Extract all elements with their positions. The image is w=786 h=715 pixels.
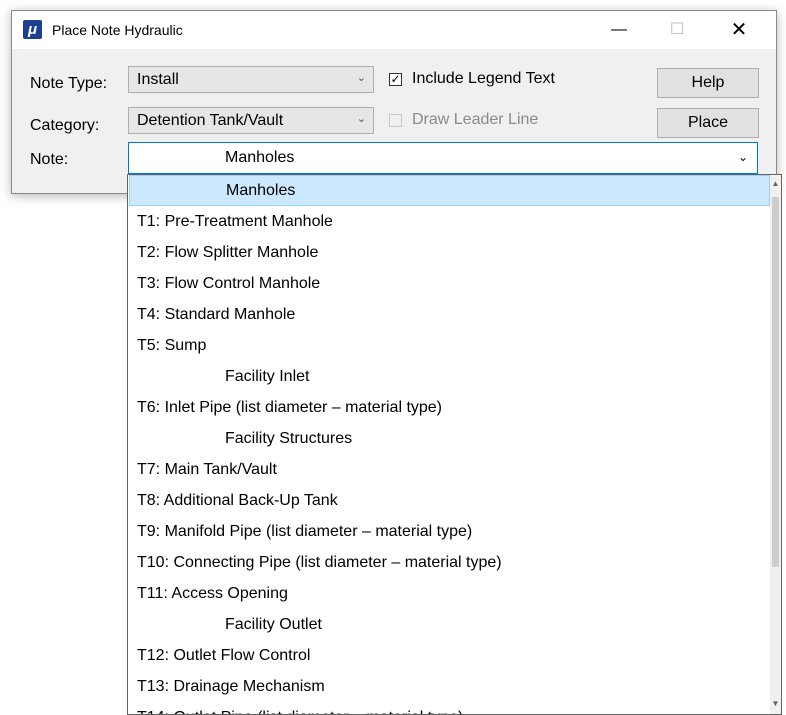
list-item[interactable]: T6: Inlet Pipe (list diameter – material…: [129, 392, 770, 423]
list-item[interactable]: T5: Sump: [129, 330, 770, 361]
scroll-down-arrow-icon[interactable]: ▼: [770, 699, 781, 708]
list-item[interactable]: T9: Manifold Pipe (list diameter – mater…: [129, 516, 770, 547]
chevron-down-icon: ⌄: [356, 72, 366, 84]
list-item[interactable]: T10: Connecting Pipe (list diameter – ma…: [129, 547, 770, 578]
list-item[interactable]: T14: Outlet Pipe (list diameter – materi…: [129, 702, 770, 714]
close-button[interactable]: ✕: [716, 11, 762, 49]
note-type-combo[interactable]: Install ⌄: [128, 66, 374, 93]
list-item[interactable]: T7: Main Tank/Vault: [129, 454, 770, 485]
window-title: Place Note Hydraulic: [52, 22, 183, 38]
draw-leader-label[interactable]: Draw Leader Line: [412, 111, 538, 129]
category-combo[interactable]: Detention Tank/Vault ⌄: [128, 107, 374, 134]
app-icon: μ: [23, 20, 42, 39]
maximize-button[interactable]: ☐: [654, 11, 700, 49]
chevron-down-icon: ⌄: [737, 150, 748, 164]
list-item[interactable]: T12: Outlet Flow Control: [129, 640, 770, 671]
include-legend-label[interactable]: Include Legend Text: [412, 70, 555, 88]
scrollbar-thumb[interactable]: [772, 197, 779, 567]
list-item[interactable]: T1: Pre-Treatment Manhole: [129, 206, 770, 237]
dropdown-items: Manholes T1: Pre-Treatment Manhole T2: Flo…: [129, 175, 770, 714]
include-legend-checkbox[interactable]: ✓: [389, 73, 402, 86]
help-button[interactable]: Help: [657, 68, 759, 98]
list-group-header[interactable]: Facility Structures: [129, 423, 770, 454]
list-item[interactable]: T3: Flow Control Manhole: [129, 268, 770, 299]
note-type-value: Install: [137, 71, 179, 88]
list-item[interactable]: T2: Flow Splitter Manhole: [129, 237, 770, 268]
note-value: Manholes: [225, 149, 295, 166]
title-bar[interactable]: μ Place Note Hydraulic — ☐ ✕: [12, 11, 776, 49]
list-item[interactable]: T11: Access Opening: [129, 578, 770, 609]
scrollbar[interactable]: ▲ ▼: [770, 175, 781, 714]
scroll-up-arrow-icon[interactable]: ▲: [770, 179, 781, 188]
minimize-button[interactable]: —: [596, 11, 642, 49]
place-button[interactable]: Place: [657, 108, 759, 138]
note-dropdown-list[interactable]: Manholes T1: Pre-Treatment Manhole T2: Flo…: [127, 174, 782, 715]
category-label: Category:: [30, 117, 100, 134]
list-group-header[interactable]: Facility Outlet: [129, 609, 770, 640]
category-value: Detention Tank/Vault: [137, 112, 284, 129]
list-item[interactable]: T8: Additional Back-Up Tank: [129, 485, 770, 516]
note-type-label: Note Type:: [30, 75, 108, 92]
list-group-header[interactable]: Facility Inlet: [129, 361, 770, 392]
list-item[interactable]: T13: Drainage Mechanism: [129, 671, 770, 702]
list-item[interactable]: T4: Standard Manhole: [129, 299, 770, 330]
draw-leader-checkbox[interactable]: [389, 114, 402, 127]
chevron-down-icon: ⌄: [356, 113, 366, 125]
note-combo[interactable]: Manholes ⌄: [128, 142, 758, 174]
list-group-header[interactable]: Manholes: [129, 175, 770, 206]
place-note-dialog: μ Place Note Hydraulic — ☐ ✕ Note Type: …: [11, 10, 777, 194]
note-label: Note:: [30, 151, 69, 168]
